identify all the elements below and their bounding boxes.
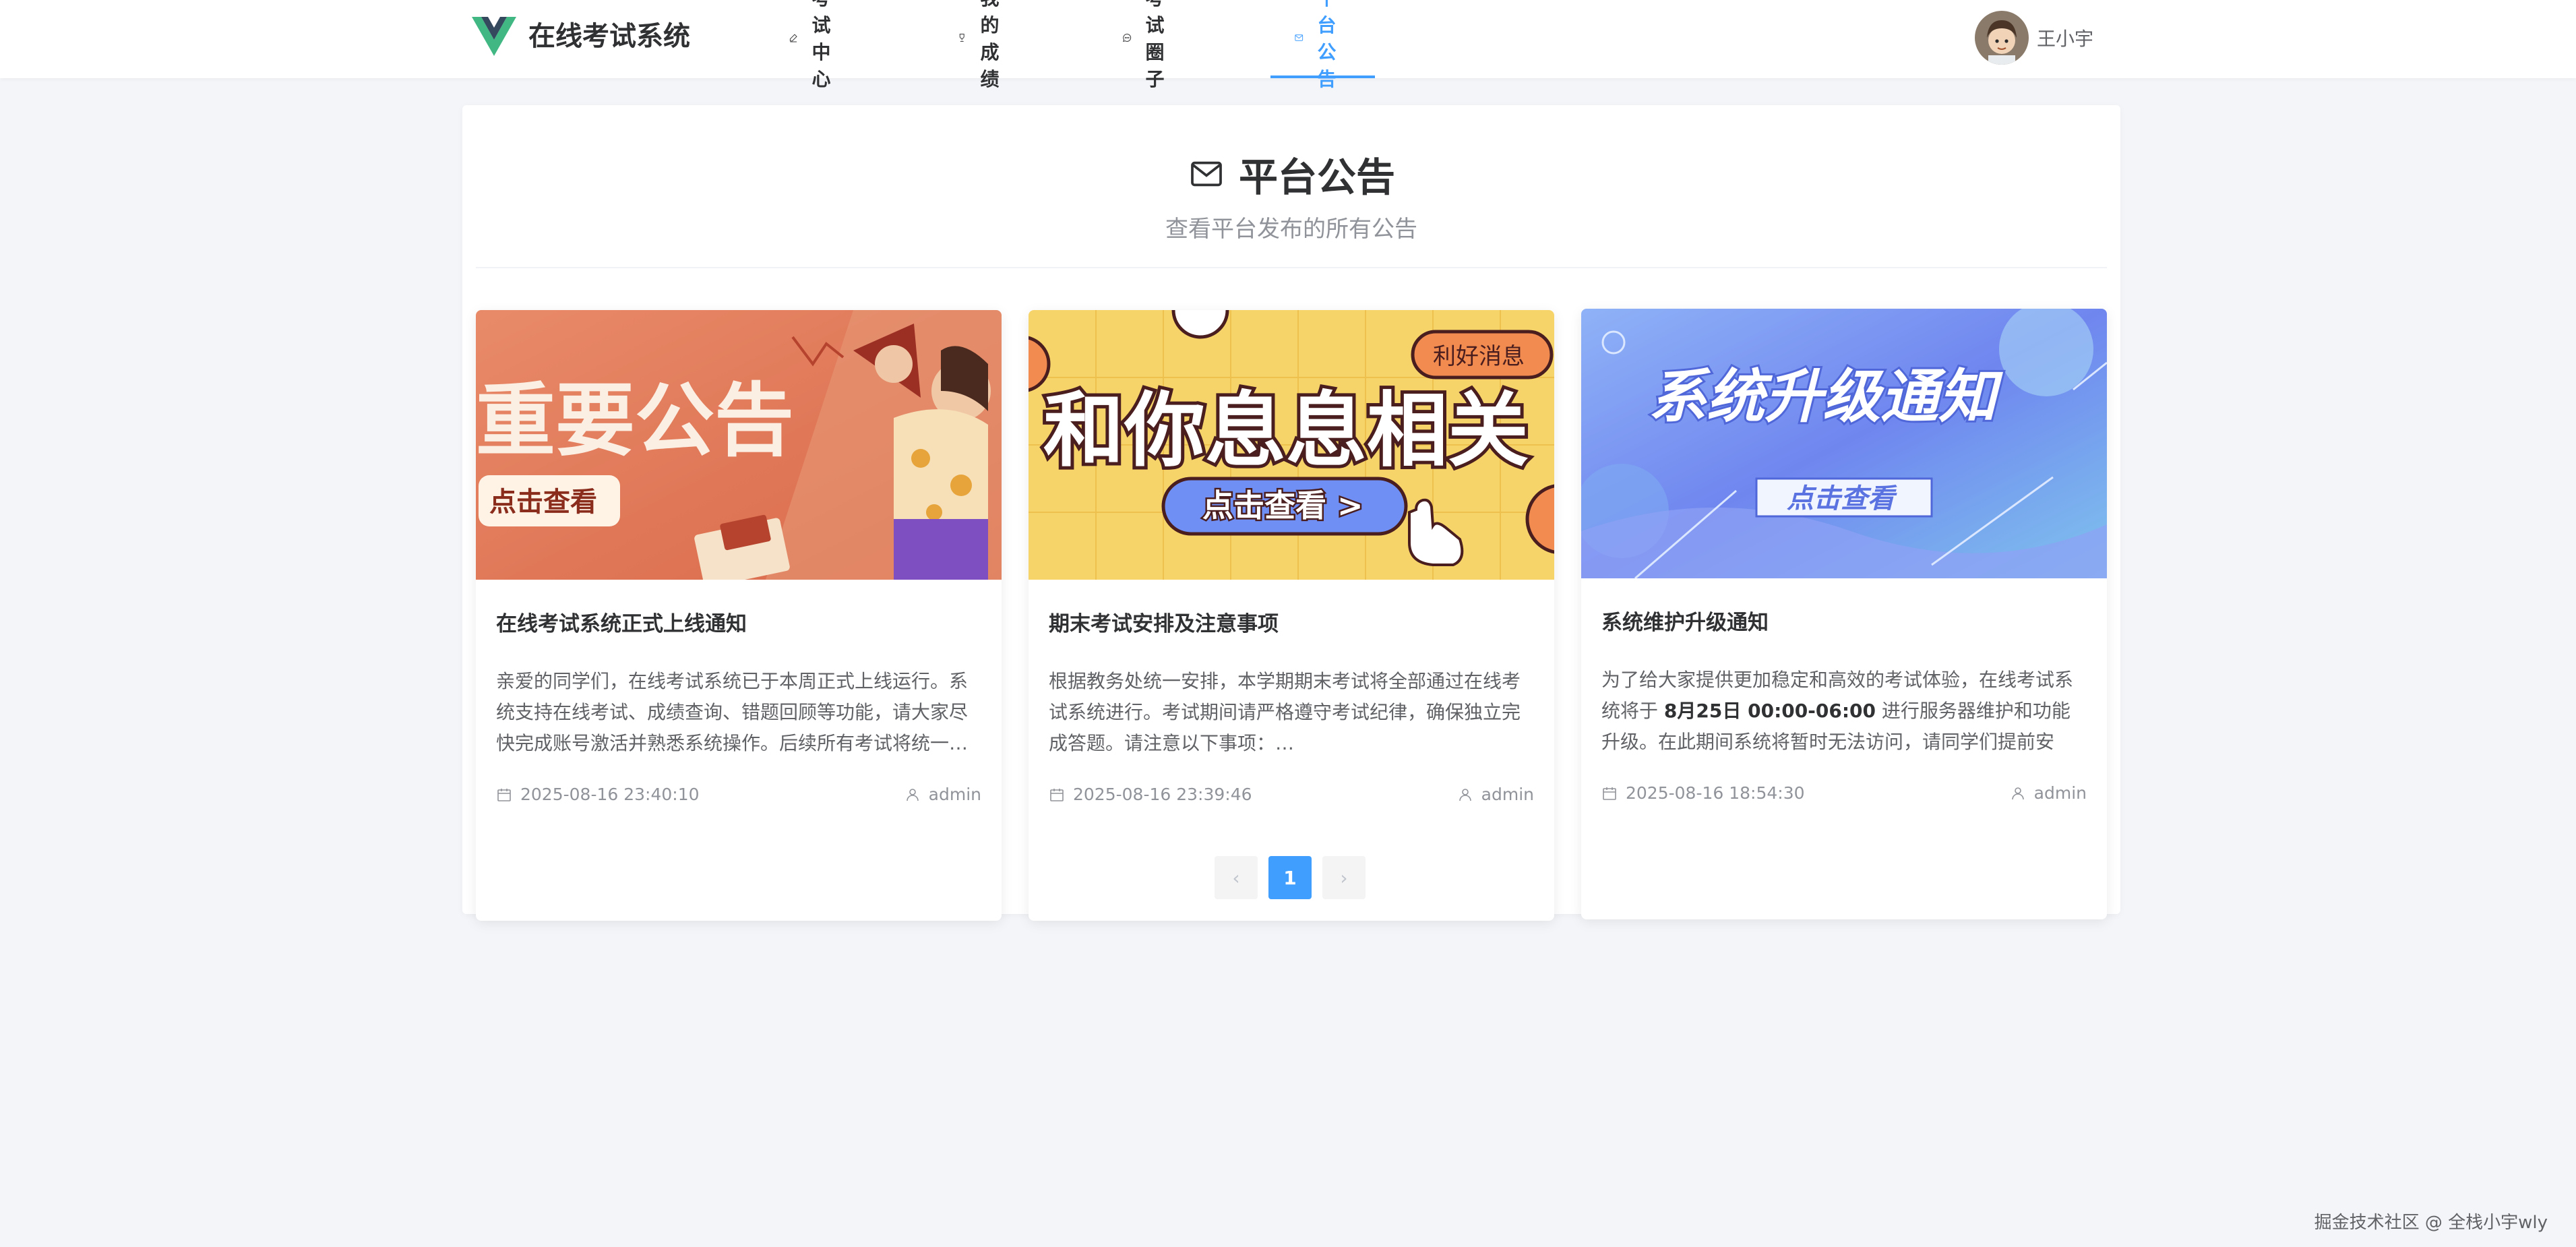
announcement-date: 2025-08-16 23:40:10	[496, 785, 700, 804]
edit-icon	[789, 34, 797, 42]
divider	[476, 267, 2107, 268]
nav-item-label: 考试圈子	[1145, 0, 1165, 90]
announcement-title[interactable]: 在线考试系统正式上线通知	[496, 607, 747, 637]
announcement-banner-image[interactable]: 利好消息 和你息息相关 点击查看 >	[1029, 310, 1554, 580]
top-navbar: 在线考试系统 考试中心 我的成绩 考试圈子 平台公告	[0, 0, 2576, 90]
announcement-excerpt: 亲爱的同学们，在线考试系统已于本周正式上线运行。系统支持在线考试、成绩查询、错题…	[496, 670, 969, 754]
announcement-card[interactable]: 重要公告 点击查看 在线考试系统正式上线通知 亲爱的同学们，在线考试系统已于本周…	[476, 310, 1002, 921]
page-title: 平台公告	[1238, 154, 1395, 200]
date-text: 2025-08-16 23:39:46	[1073, 785, 1252, 804]
nav-item-my-scores[interactable]: 我的成绩	[937, 0, 1033, 90]
announcement-author: admin	[1457, 785, 1534, 804]
chat-icon	[1123, 34, 1132, 42]
announcement-author: admin	[904, 785, 981, 804]
vue-logo-icon[interactable]	[472, 17, 516, 56]
announcement-panel: 平台公告 查看平台发布的所有公告 重要公告 点击查看 在线考试系统正式上线通知 …	[462, 105, 2120, 921]
user-menu[interactable]: 王小宇	[1975, 9, 2093, 66]
pagination: ‹ 1 ›	[1215, 856, 1376, 899]
user-icon	[906, 788, 919, 801]
date-text: 2025-08-16 18:54:30	[1626, 783, 1805, 803]
announcement-excerpt: 为了给大家提供更加稳定和高效的考试体验，在线考试系统将于 8月25日 00:00…	[1601, 665, 2087, 758]
calendar-icon	[1603, 787, 1616, 800]
announcement-card[interactable]: 利好消息 和你息息相关 点击查看 > 期末考试安排及注意事项 根据教务处统一安排…	[1029, 310, 1554, 921]
banner-badge-text: 利好消息	[1433, 343, 1525, 370]
author-text: admin	[2033, 783, 2087, 803]
user-name[interactable]: 王小宇	[2037, 24, 2093, 51]
page-header: 平台公告	[462, 146, 2120, 202]
banner-headline: 重要公告	[476, 374, 794, 467]
announcement-title[interactable]: 系统维护升级通知	[1601, 605, 1769, 636]
nav-item-exam-center[interactable]: 考试中心	[768, 0, 864, 90]
author-text: admin	[928, 785, 981, 804]
banner-headline: 和你息息相关	[1043, 384, 1529, 478]
announcement-banner-image[interactable]: 系统升级通知 点击查看	[1581, 309, 2107, 578]
nav-item-label: 平台公告	[1317, 0, 1337, 90]
announcement-meta: 2025-08-16 23:40:10 admin	[496, 785, 981, 812]
next-page-button[interactable]: ›	[1322, 856, 1366, 899]
announcement-card[interactable]: 系统升级通知 点击查看 系统维护升级通知 为了给大家提供更加稳定和高效的考试体验…	[1581, 309, 2107, 919]
mail-icon	[1191, 161, 1222, 187]
excerpt-highlight: 8月25日 00:00-06:00	[1663, 700, 1876, 722]
nav-item-label: 我的成绩	[980, 0, 1000, 90]
announcement-author: admin	[2010, 783, 2087, 803]
watermark: 掘金技术社区 @ 全栈小宇wly	[2314, 1213, 2548, 1233]
nav-item-announcements[interactable]: 平台公告	[1270, 0, 1376, 90]
announcement-date: 2025-08-16 18:54:30	[1601, 783, 1805, 803]
banner-button-text: 点击查看	[1787, 483, 1897, 514]
announcement-meta: 2025-08-16 23:39:46 admin	[1049, 785, 1534, 812]
avatar[interactable]	[1975, 11, 2029, 65]
announcement-banner-image[interactable]: 重要公告 点击查看	[476, 310, 1002, 580]
announcement-meta: 2025-08-16 18:54:30 admin	[1601, 783, 2087, 810]
calendar-icon	[497, 788, 511, 801]
announcement-date: 2025-08-16 23:39:46	[1049, 785, 1252, 804]
avatar-image	[1975, 11, 2029, 65]
nav-item-label: 考试中心	[811, 0, 831, 90]
trophy-icon	[959, 34, 964, 42]
author-text: admin	[1481, 785, 1534, 804]
date-text: 2025-08-16 23:40:10	[520, 785, 700, 804]
user-icon	[1459, 788, 1471, 801]
user-icon	[2011, 787, 2024, 799]
nav-item-exam-circle[interactable]: 考试圈子	[1102, 0, 1198, 90]
banner-button-text: 点击查看	[489, 487, 597, 518]
calendar-icon	[1050, 788, 1064, 801]
prev-page-button[interactable]: ‹	[1215, 856, 1258, 899]
app-title[interactable]: 在线考试系统	[528, 18, 690, 55]
announcement-excerpt: 根据教务处统一安排，本学期期末考试将全部通过在线考试系统进行。考试期间请严格遵守…	[1049, 670, 1521, 754]
banner-headline: 系统升级通知	[1649, 363, 2004, 431]
announcement-title[interactable]: 期末考试安排及注意事项	[1049, 607, 1279, 637]
page-number-button[interactable]: 1	[1268, 856, 1312, 899]
mail-icon	[1295, 34, 1304, 41]
banner-button-text: 点击查看 >	[1202, 487, 1363, 524]
page-subtitle: 查看平台发布的所有公告	[1165, 216, 1417, 243]
